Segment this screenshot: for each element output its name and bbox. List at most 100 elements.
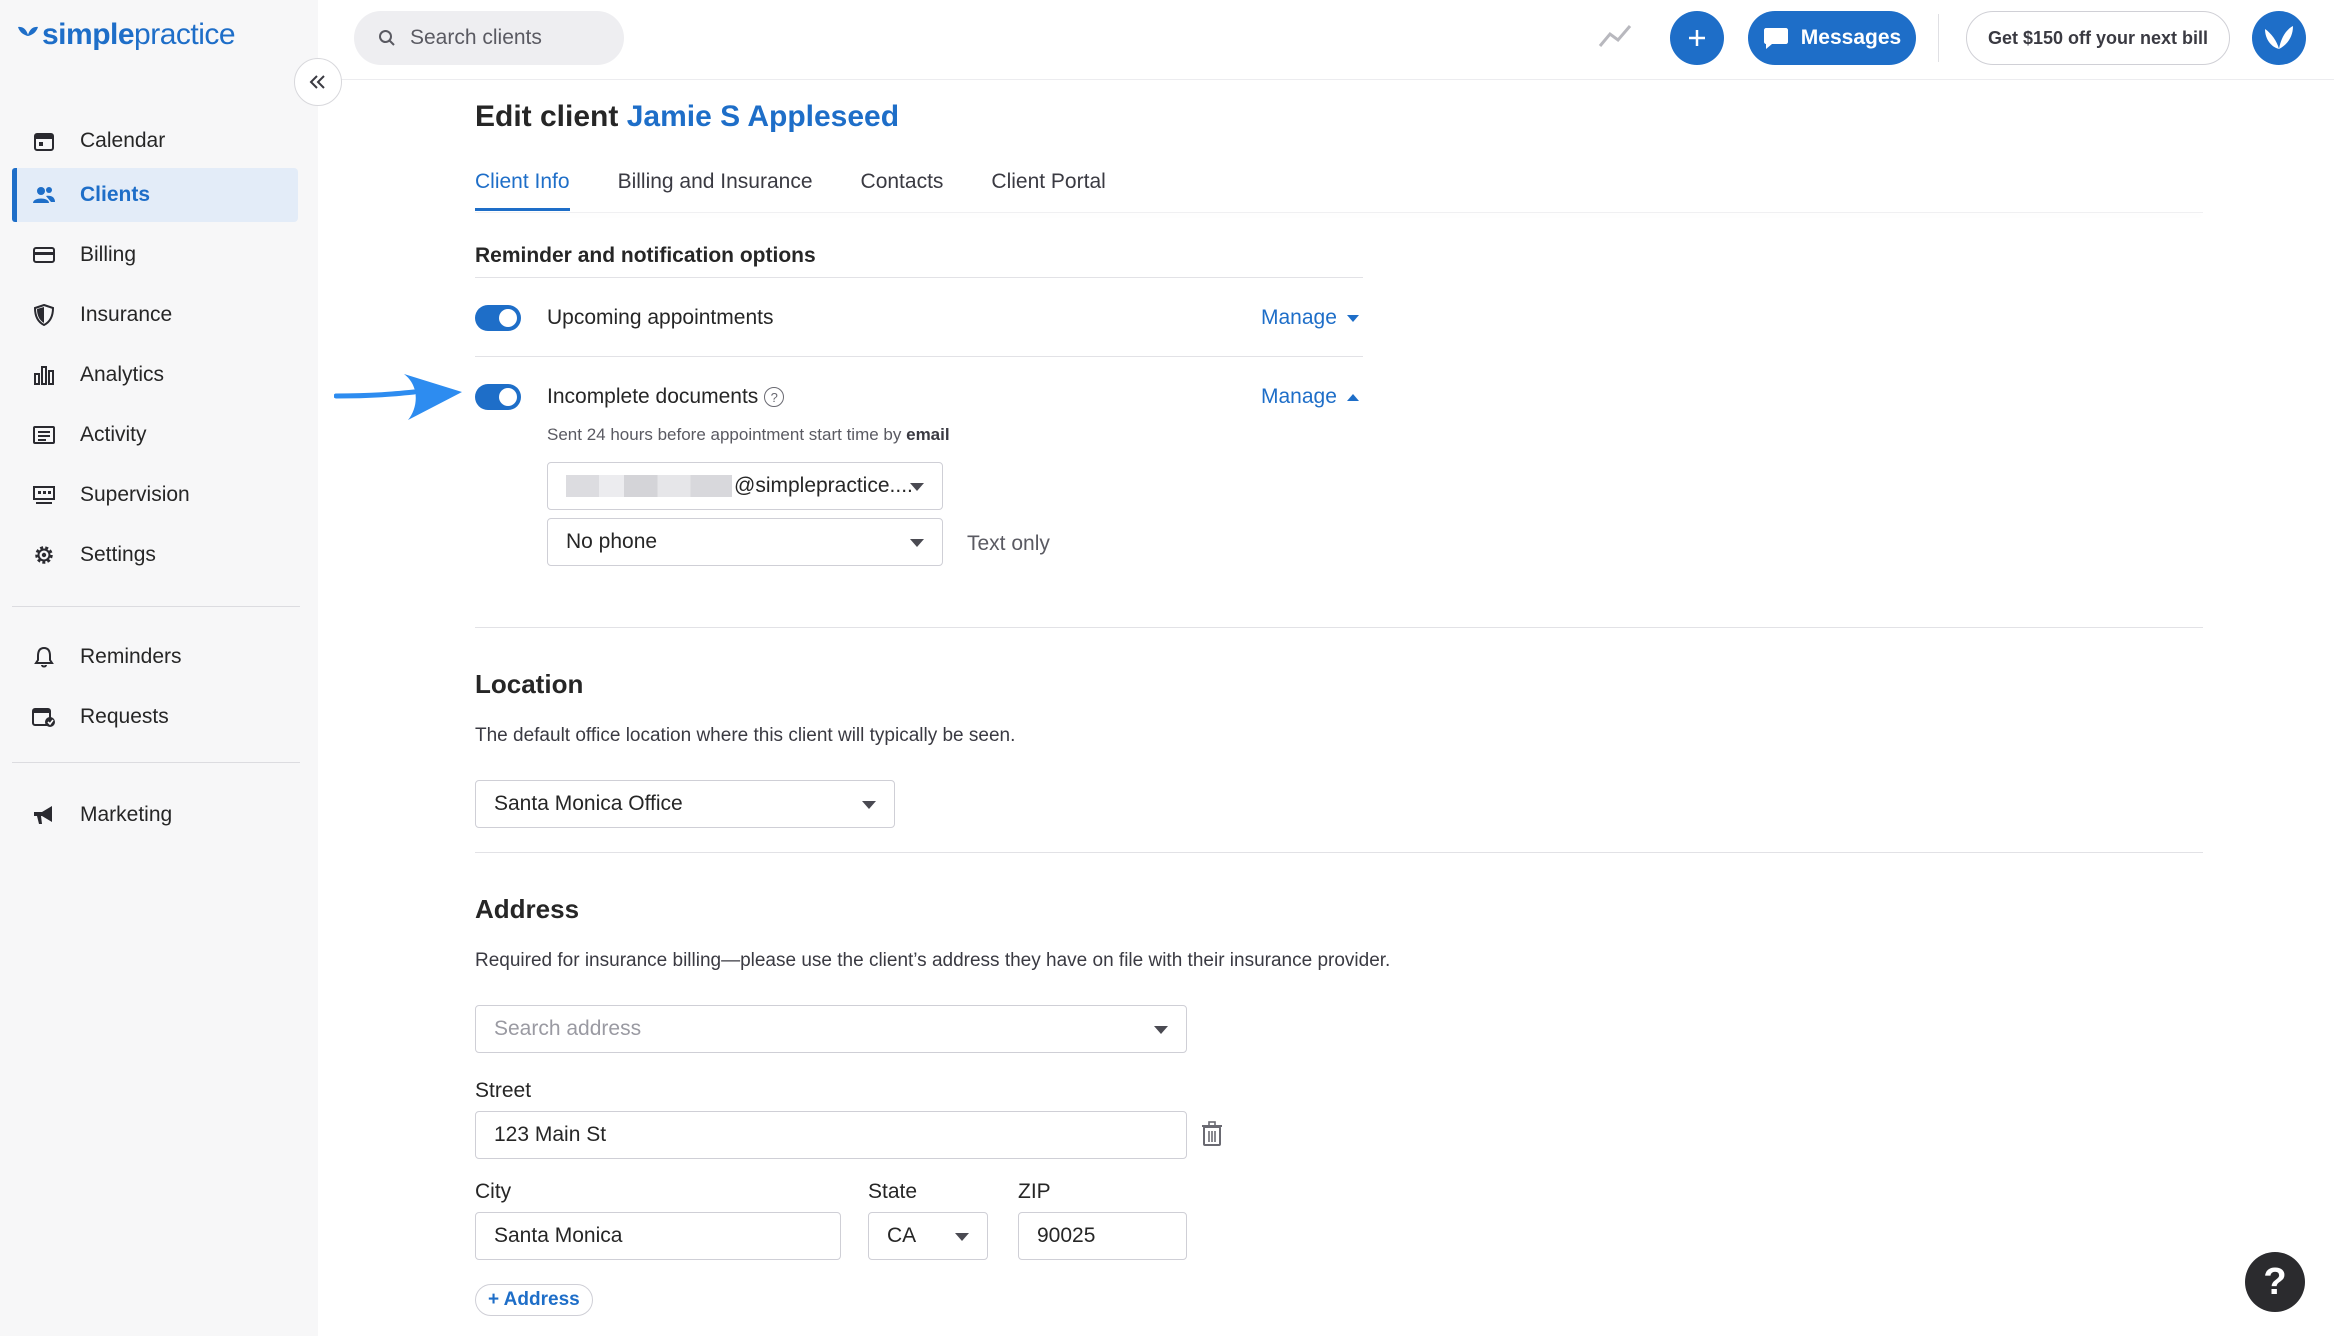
- sidebar: simple practice Calendar Clients Billing …: [0, 0, 318, 1336]
- help-circle-icon[interactable]: ?: [764, 387, 785, 408]
- section-divider: [475, 852, 2203, 853]
- title-prefix: Edit client: [475, 100, 619, 133]
- add-address-button[interactable]: + Address: [475, 1284, 593, 1316]
- street-input[interactable]: 123 Main St: [475, 1111, 1187, 1159]
- trash-icon[interactable]: [1201, 1121, 1223, 1152]
- tab-contacts[interactable]: Contacts: [861, 170, 944, 211]
- search-icon: [379, 30, 395, 46]
- sidebar-item-supervision[interactable]: Supervision: [12, 468, 298, 522]
- sidebar-item-insurance[interactable]: Insurance: [12, 288, 298, 342]
- butterfly-avatar-icon: [2265, 26, 2293, 49]
- client-name-link[interactable]: Jamie S Appleseed: [627, 100, 899, 133]
- collapse-sidebar-button[interactable]: [294, 58, 342, 106]
- main-content: Edit client Jamie S Appleseed Client Inf…: [318, 80, 2334, 1336]
- tab-client-portal[interactable]: Client Portal: [991, 170, 1105, 211]
- zip-label: ZIP: [1018, 1180, 1051, 1203]
- city-input[interactable]: Santa Monica: [475, 1212, 841, 1260]
- location-description: The default office location where this c…: [475, 725, 1016, 746]
- chat-bubble-icon: [1763, 26, 1789, 50]
- annotation-arrow-icon: [334, 374, 462, 420]
- billing-icon: [30, 241, 58, 269]
- state-select[interactable]: CA: [868, 1212, 988, 1260]
- state-value: CA: [887, 1224, 917, 1247]
- help-button[interactable]: ?: [2245, 1252, 2305, 1312]
- supervision-icon: [30, 481, 58, 509]
- location-value: Santa Monica Office: [494, 792, 683, 815]
- activity-list-icon: [30, 421, 58, 449]
- dropdown-arrow-icon: [862, 801, 876, 809]
- sidebar-item-label: Activity: [80, 423, 147, 446]
- simplepractice-logo[interactable]: simple practice: [16, 18, 236, 52]
- upcoming-appointments-toggle[interactable]: [475, 305, 521, 331]
- manage-label: Manage: [1261, 385, 1337, 408]
- phone-value: No phone: [566, 530, 658, 553]
- sidebar-item-billing[interactable]: Billing: [12, 228, 298, 282]
- sidebar-item-activity[interactable]: Activity: [12, 408, 298, 462]
- promo-button[interactable]: Get $150 off your next bill: [1966, 11, 2230, 65]
- street-value: 123 Main St: [494, 1123, 607, 1146]
- manage-upcoming-button[interactable]: Manage: [1261, 306, 1359, 330]
- section-divider: [475, 627, 2203, 628]
- messages-button[interactable]: Messages: [1748, 11, 1916, 65]
- manage-incomplete-button[interactable]: Manage: [1261, 385, 1359, 409]
- topbar-divider: [1938, 14, 1939, 62]
- phone-select[interactable]: No phone: [547, 518, 943, 566]
- tab-billing-and-insurance[interactable]: Billing and Insurance: [618, 170, 813, 211]
- sidebar-item-requests[interactable]: Requests: [12, 690, 298, 744]
- city-value: Santa Monica: [494, 1224, 623, 1247]
- tab-client-info[interactable]: Client Info: [475, 170, 570, 211]
- logo-text-practice: practice: [134, 18, 236, 51]
- incomplete-documents-label: Incomplete documents: [547, 385, 759, 408]
- incomplete-documents-toggle[interactable]: [475, 384, 521, 410]
- zip-value: 90025: [1037, 1224, 1096, 1247]
- clients-icon: [30, 181, 58, 209]
- sidebar-item-label: Insurance: [80, 303, 173, 326]
- page-title: Edit client Jamie S Appleseed: [475, 100, 899, 134]
- location-heading: Location: [475, 669, 584, 699]
- messages-label: Messages: [1800, 26, 1902, 49]
- address-description: Required for insurance billing—please us…: [475, 950, 1391, 971]
- sidebar-item-label: Reminders: [80, 645, 182, 668]
- search-clients-input[interactable]: Search clients: [354, 11, 624, 65]
- zip-input[interactable]: 90025: [1018, 1212, 1187, 1260]
- caret-down-icon: [1346, 314, 1359, 322]
- sidebar-item-label: Requests: [80, 705, 169, 728]
- sidebar-item-analytics[interactable]: Analytics: [12, 348, 298, 402]
- sidebar-item-label: Billing: [80, 243, 137, 266]
- street-label: Street: [475, 1079, 532, 1102]
- address-heading: Address: [475, 894, 580, 924]
- logo-text-simple: simple: [42, 18, 135, 51]
- email-select[interactable]: @simplepractice....: [547, 462, 943, 510]
- calendar-icon: [30, 127, 58, 155]
- gear-icon: [30, 541, 58, 569]
- sidebar-item-marketing[interactable]: Marketing: [12, 788, 298, 842]
- megaphone-icon: [30, 801, 58, 829]
- row-divider: [475, 356, 1363, 357]
- sidebar-item-calendar[interactable]: Calendar: [12, 114, 298, 168]
- location-select[interactable]: Santa Monica Office: [475, 780, 895, 828]
- dropdown-arrow-icon: [1154, 1026, 1168, 1034]
- incomplete-documents-row: Incomplete documents?: [547, 385, 785, 409]
- note-method: email: [906, 425, 950, 444]
- text-only-label: Text only: [967, 532, 1050, 555]
- user-avatar[interactable]: [2252, 11, 2306, 65]
- plus-icon: [1689, 30, 1705, 46]
- dropdown-arrow-icon: [910, 483, 924, 491]
- sidebar-item-label: Calendar: [80, 129, 166, 152]
- sidebar-item-reminders[interactable]: Reminders: [12, 630, 298, 684]
- trend-chart-icon[interactable]: [1598, 22, 1632, 55]
- client-tabs: Client Info Billing and Insurance Contac…: [475, 170, 1154, 211]
- redacted-email-prefix: [566, 475, 732, 497]
- sidebar-divider: [12, 762, 300, 763]
- manage-label: Manage: [1261, 306, 1337, 329]
- sidebar-item-clients[interactable]: Clients: [12, 168, 298, 222]
- note-prefix: Sent 24 hours before appointment start t…: [547, 425, 902, 444]
- sidebar-item-settings[interactable]: Settings: [12, 528, 298, 582]
- state-label: State: [868, 1180, 918, 1203]
- city-label: City: [475, 1180, 512, 1203]
- search-address-input[interactable]: Search address: [475, 1005, 1187, 1053]
- add-new-button[interactable]: [1670, 11, 1724, 65]
- upcoming-appointments-label: Upcoming appointments: [547, 306, 774, 329]
- reminder-section-label: Reminder and notification options: [475, 244, 816, 267]
- top-bar: Search clients Messages Get $150 off you…: [318, 0, 2334, 80]
